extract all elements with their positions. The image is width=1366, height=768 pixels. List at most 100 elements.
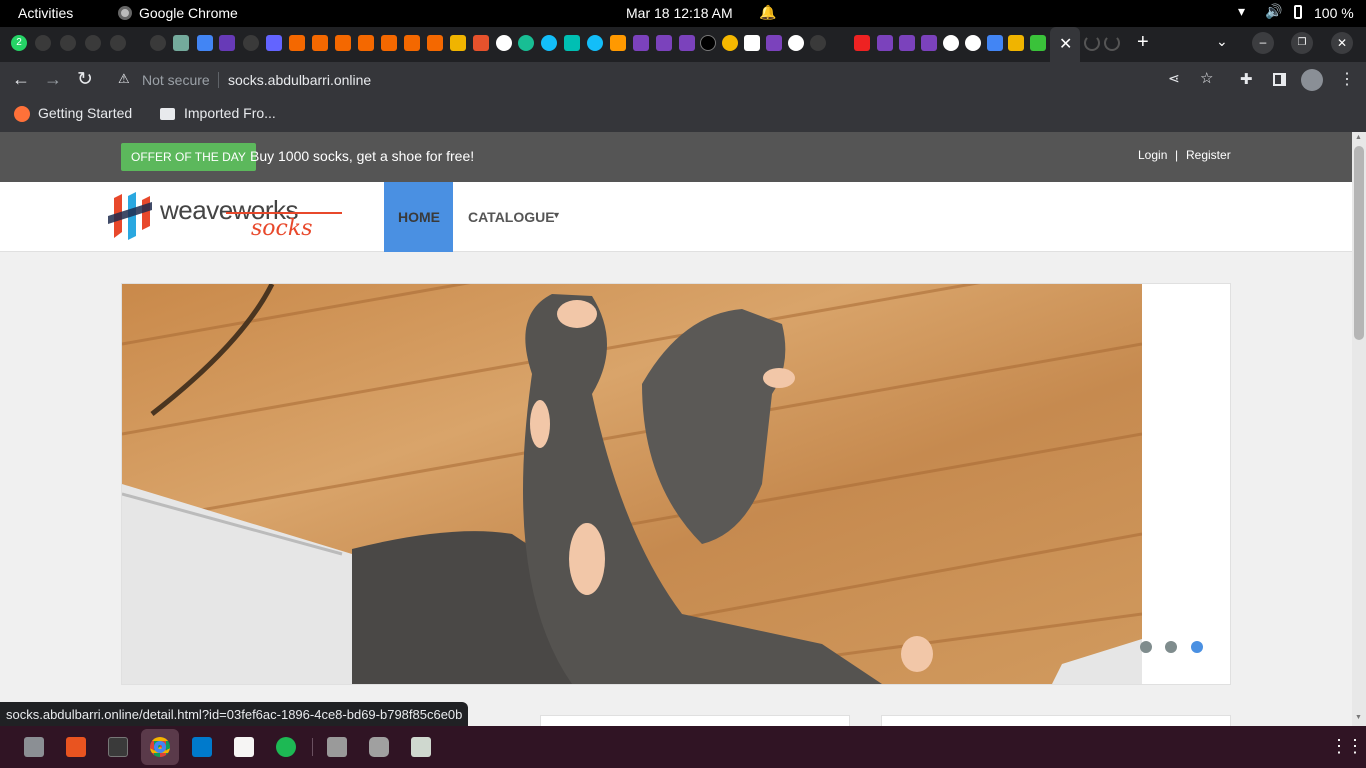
portainer-tab-icon[interactable]: [541, 35, 557, 51]
carousel-dot-2[interactable]: [1165, 641, 1177, 653]
sun-tab-icon[interactable]: [722, 35, 738, 51]
maximize-button[interactable]: ❐: [1291, 32, 1313, 54]
argo-tab-icon[interactable]: [496, 35, 512, 51]
google-tab-icon[interactable]: [965, 35, 981, 51]
github-tab-icon[interactable]: [810, 35, 826, 51]
scroll-up-arrow[interactable]: ▲: [1355, 134, 1362, 141]
wifi-icon[interactable]: ▾: [1238, 3, 1245, 20]
warning-icon[interactable]: ⚠: [118, 71, 130, 87]
carousel-image[interactable]: [122, 284, 1142, 684]
github-tab-icon[interactable]: [243, 35, 259, 51]
portainer-tab-icon[interactable]: [587, 35, 603, 51]
product-card[interactable]: [881, 715, 1231, 726]
chatgpt-tab-icon[interactable]: [173, 35, 189, 51]
gcp-tab-icon[interactable]: [987, 35, 1003, 51]
bookmark-getting-started[interactable]: Getting Started: [38, 105, 132, 121]
forms-tab-icon[interactable]: [219, 35, 235, 51]
box-tab-icon[interactable]: [450, 35, 466, 51]
ninja-tab-icon[interactable]: [744, 35, 760, 51]
scroll-thumb[interactable]: [1354, 146, 1364, 340]
profile-avatar[interactable]: [1301, 69, 1323, 91]
nav-catalogue[interactable]: CATALOGUE ▼: [453, 182, 573, 252]
coursera-tab-icon[interactable]: [854, 35, 870, 51]
github-tab-icon[interactable]: [35, 35, 51, 51]
active-tab[interactable]: ✕: [1050, 27, 1080, 62]
grafana-tab-icon[interactable]: [335, 35, 351, 51]
security-label[interactable]: Not secure: [142, 72, 210, 88]
mastodon-tab-icon[interactable]: [266, 35, 282, 51]
back-button[interactable]: ←: [12, 69, 30, 90]
show-apps-icon[interactable]: ⋮⋮⋮: [1330, 736, 1366, 757]
grafana-tab-icon[interactable]: [381, 35, 397, 51]
github-tab-icon[interactable]: [85, 35, 101, 51]
terraform-tab-icon[interactable]: [877, 35, 893, 51]
terraform-tab-icon[interactable]: [656, 35, 672, 51]
argo-tab-icon[interactable]: [943, 35, 959, 51]
grafana-tab-icon[interactable]: [289, 35, 305, 51]
chrome-icon[interactable]: [150, 737, 170, 757]
login-link[interactable]: Login: [1138, 148, 1167, 162]
carousel-dot-3[interactable]: [1191, 641, 1203, 653]
close-tab-icon[interactable]: ✕: [1059, 34, 1072, 54]
activities-button[interactable]: Activities: [18, 5, 73, 21]
page-scrollbar[interactable]: ▲ ▼: [1352, 132, 1366, 726]
grafana-tab-icon[interactable]: [404, 35, 420, 51]
site-logo[interactable]: weaveworks socks: [106, 192, 346, 242]
loading-tab-icon[interactable]: [1084, 35, 1100, 51]
new-tab-button[interactable]: +: [1137, 31, 1149, 54]
chrome-menu-icon[interactable]: ⋮: [1339, 69, 1355, 89]
reload-button[interactable]: ↻: [77, 68, 93, 91]
files-icon[interactable]: [24, 737, 44, 757]
loading-tab-icon[interactable]: [1104, 35, 1120, 51]
omnibox[interactable]: ⚠ Not secure socks.abdulbarri.online ⋖ ☆: [106, 64, 1226, 96]
argo-tab-icon[interactable]: [518, 35, 534, 51]
spotify-icon[interactable]: [276, 737, 296, 757]
app-menu-label[interactable]: Google Chrome: [139, 5, 238, 21]
box-tab-icon[interactable]: [1008, 35, 1024, 51]
carousel-dot-1[interactable]: [1140, 641, 1152, 653]
terraform-tab-icon[interactable]: [921, 35, 937, 51]
volume-icon[interactable]: 🔊: [1265, 3, 1282, 20]
aws-tab-icon[interactable]: [610, 35, 626, 51]
side-panel-icon[interactable]: [1273, 73, 1286, 86]
vscode-icon[interactable]: [192, 737, 212, 757]
laravel-tab-icon[interactable]: [1030, 35, 1046, 51]
trash-icon[interactable]: [411, 737, 431, 757]
url-text[interactable]: socks.abdulbarri.online: [228, 72, 371, 88]
scroll-down-arrow[interactable]: ▼: [1355, 714, 1362, 721]
extensions-icon[interactable]: ✚: [1240, 70, 1253, 88]
kibana-tab-icon[interactable]: [564, 35, 580, 51]
hero-carousel[interactable]: [121, 283, 1231, 685]
clock[interactable]: Mar 18 12:18 AM: [626, 5, 733, 21]
close-window-button[interactable]: ✕: [1331, 32, 1353, 54]
x-tab-icon[interactable]: [700, 35, 716, 51]
nav-home[interactable]: HOME: [384, 182, 453, 252]
terraform-tab-icon[interactable]: [679, 35, 695, 51]
terraform-tab-icon[interactable]: [899, 35, 915, 51]
prometheus-tab-icon[interactable]: [473, 35, 489, 51]
bookmark-imported-from[interactable]: Imported Fro...: [184, 105, 276, 121]
battery-icon[interactable]: [1294, 5, 1302, 19]
archive-icon[interactable]: [327, 737, 347, 757]
minimize-button[interactable]: –: [1252, 32, 1274, 54]
forward-button[interactable]: →: [44, 69, 62, 90]
terraform-tab-icon[interactable]: [633, 35, 649, 51]
register-link[interactable]: Register: [1186, 148, 1231, 162]
disk-icon[interactable]: [369, 737, 389, 757]
github-tab-icon[interactable]: [60, 35, 76, 51]
google-tab-icon[interactable]: [788, 35, 804, 51]
github-tab-icon[interactable]: [110, 35, 126, 51]
tab-search-button[interactable]: ⌄: [1216, 33, 1228, 50]
product-card[interactable]: [540, 715, 850, 726]
docs-tab-icon[interactable]: [197, 35, 213, 51]
offer-badge[interactable]: OFFER OF THE DAY: [121, 143, 256, 171]
bookmark-star-icon[interactable]: ☆: [1200, 69, 1213, 87]
github-tab-icon[interactable]: [150, 35, 166, 51]
text-editor-icon[interactable]: [234, 737, 254, 757]
grafana-tab-icon[interactable]: [312, 35, 328, 51]
terraform-tab-icon[interactable]: [766, 35, 782, 51]
whatsapp-tab-icon[interactable]: 2: [11, 35, 27, 51]
software-icon[interactable]: [66, 737, 86, 757]
terminal-icon[interactable]: [108, 737, 128, 757]
grafana-tab-icon[interactable]: [358, 35, 374, 51]
